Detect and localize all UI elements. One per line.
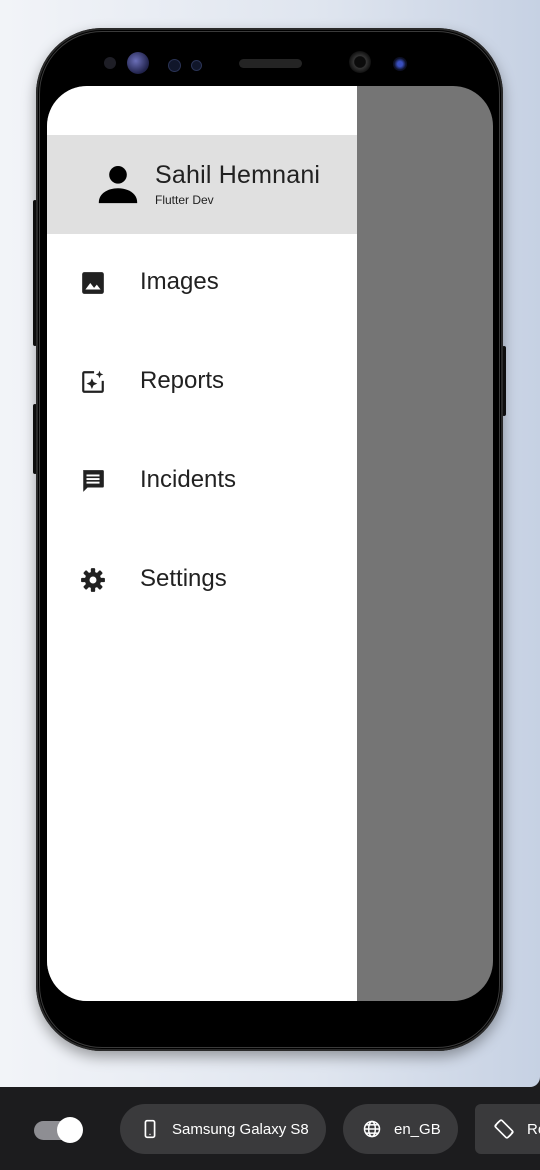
drawer-item-images[interactable]: Images xyxy=(47,248,357,318)
gear-icon xyxy=(81,568,105,592)
user-name: Sahil Hemnani xyxy=(155,161,321,189)
drawer-header: Sahil Hemnani Flutter Dev xyxy=(47,135,357,234)
drawer-scrim[interactable] xyxy=(357,86,493,1001)
sensor-dot xyxy=(104,57,116,69)
smartphone-icon xyxy=(144,1119,156,1139)
user-role: Flutter Dev xyxy=(155,193,214,207)
image-icon xyxy=(82,272,104,294)
drawer-item-label: Reports xyxy=(140,367,225,394)
proximity-sensor xyxy=(168,59,181,72)
person-icon xyxy=(98,165,138,204)
device-selector-button[interactable]: Samsung Galaxy S8 xyxy=(120,1104,326,1154)
front-camera xyxy=(349,51,371,73)
device-preview-toggle[interactable] xyxy=(34,1117,84,1143)
globe-icon xyxy=(363,1120,381,1138)
device-preview-stage: Sahil Hemnani Flutter Dev Images Reports xyxy=(0,0,540,1087)
drawer-item-settings[interactable]: Settings xyxy=(47,545,357,615)
iris-sensor xyxy=(127,52,149,74)
iris-camera xyxy=(393,57,407,71)
drawer-item-label: Settings xyxy=(140,565,227,592)
rotate-button[interactable]: Ro xyxy=(475,1104,540,1154)
drawer-item-label: Images xyxy=(140,268,219,295)
device-name: Samsung Galaxy S8 xyxy=(172,1120,309,1138)
locale-selector-button[interactable]: en_GB xyxy=(343,1104,458,1154)
navigation-drawer: Sahil Hemnani Flutter Dev Images Reports xyxy=(47,86,357,1001)
drawer-item-reports[interactable]: Reports xyxy=(47,347,357,417)
phone-screen: Sahil Hemnani Flutter Dev Images Reports xyxy=(47,86,493,1001)
toggle-knob xyxy=(57,1117,83,1143)
message-icon xyxy=(83,470,104,492)
earpiece-speaker xyxy=(239,59,302,68)
locale-value: en_GB xyxy=(394,1120,441,1138)
light-sensor xyxy=(191,60,202,71)
drawer-item-incidents[interactable]: Incidents xyxy=(47,446,357,516)
drawer-item-label: Incidents xyxy=(140,466,237,493)
add-photo-sparkle-icon xyxy=(82,370,104,393)
screen-rotation-icon xyxy=(494,1119,514,1139)
rotate-label: Ro xyxy=(527,1120,540,1138)
